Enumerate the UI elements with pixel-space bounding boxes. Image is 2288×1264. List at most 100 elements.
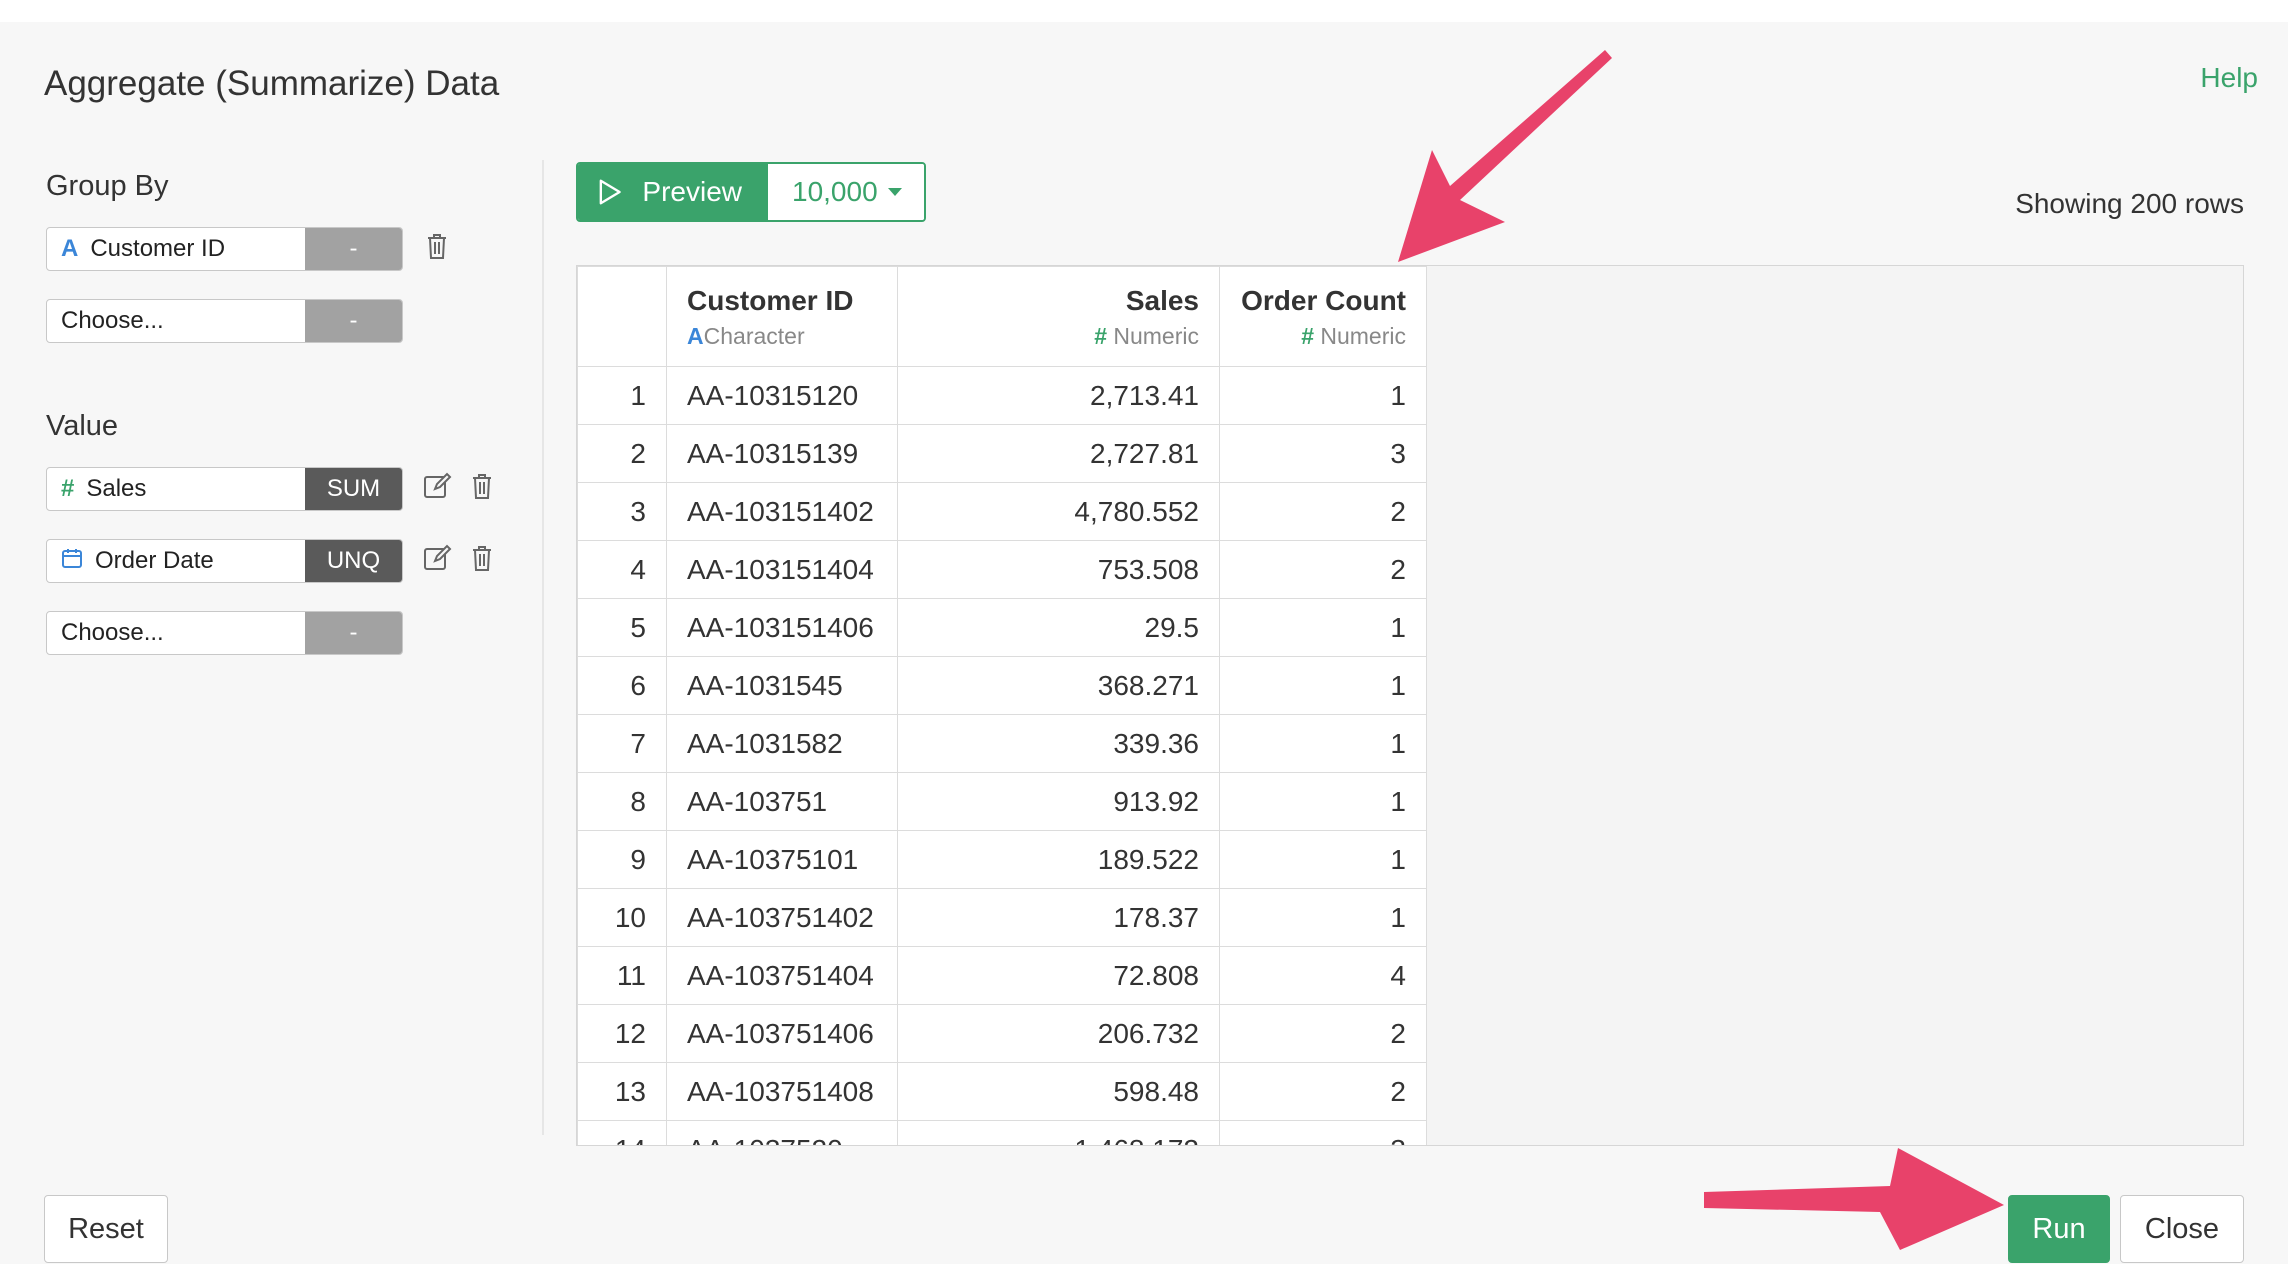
cell-order-count: 1 (1219, 366, 1427, 425)
row-index: 13 (577, 1062, 667, 1121)
cell-order-count: 4 (1219, 946, 1427, 1005)
numeric-type-icon: # (61, 475, 75, 502)
group-by-agg-button[interactable]: - (305, 300, 402, 342)
table-row[interactable]: 7 AA-1031582 339.36 1 (577, 714, 1427, 773)
cell-order-count: 1 (1219, 830, 1427, 889)
table-row[interactable]: 13 AA-103751408 598.48 2 (577, 1062, 1427, 1121)
table-row[interactable]: 1 AA-10315120 2,713.41 1 (577, 366, 1427, 425)
table-row[interactable]: 8 AA-103751 913.92 1 (577, 772, 1427, 831)
table-body: 1 AA-10315120 2,713.41 1 2 AA-10315139 2,727.8… (577, 366, 1427, 1145)
cell-customer-id: AA-1031582 (666, 714, 898, 773)
value-agg-button[interactable]: - (305, 612, 402, 654)
row-index: 4 (577, 540, 667, 599)
cell-customer-id: AA-10375101 (666, 830, 898, 889)
group-by-field-name: Customer ID (90, 235, 226, 262)
cell-sales: 913.92 (897, 772, 1220, 831)
cell-order-count: 3 (1219, 424, 1427, 483)
edit-icon[interactable] (423, 472, 453, 505)
trash-icon[interactable] (425, 232, 449, 265)
group-by-field-customer-id[interactable]: A Customer ID - (46, 227, 403, 271)
preview-rows-dropdown[interactable]: 10,000 (768, 164, 924, 220)
trash-icon[interactable] (470, 544, 494, 577)
play-icon (599, 179, 621, 205)
value-label: Value (46, 410, 119, 442)
table-row[interactable]: 9 AA-10375101 189.522 1 (577, 830, 1427, 889)
cell-customer-id: AA-10315120 (666, 366, 898, 425)
column-header-order-count[interactable]: Order Count # Numeric (1219, 266, 1427, 367)
preview-button[interactable]: Preview (578, 164, 768, 220)
cell-sales: 206.732 (897, 1004, 1220, 1063)
cell-customer-id: AA-103151404 (666, 540, 898, 599)
table-row[interactable]: 4 AA-103151404 753.508 2 (577, 540, 1427, 599)
table-row[interactable]: 2 AA-10315139 2,727.81 3 (577, 424, 1427, 483)
cell-sales: 2,727.81 (897, 424, 1220, 483)
cell-customer-id: AA-103151406 (666, 598, 898, 657)
run-button[interactable]: Run (2008, 1195, 2110, 1263)
cell-sales: 189.522 (897, 830, 1220, 889)
preview-label: Preview (642, 176, 742, 207)
cell-order-count: 1 (1219, 772, 1427, 831)
rows-value: 10,000 (792, 176, 878, 207)
cell-customer-id: AA-103751 (666, 772, 898, 831)
cell-order-count: 3 (1219, 1120, 1427, 1145)
cell-order-count: 1 (1219, 656, 1427, 715)
value-agg-button-sum[interactable]: SUM (305, 468, 402, 510)
help-link[interactable]: Help (2200, 62, 2258, 94)
table-row[interactable]: 14AA-10375201,468.1723 (577, 1120, 1427, 1145)
value-agg-button-unq[interactable]: UNQ (305, 540, 402, 582)
cell-customer-id: AA-103151402 (666, 482, 898, 541)
cell-order-count: 2 (1219, 1004, 1427, 1063)
preview-table: Customer ID ACharacter Sales # Numeric O… (576, 265, 2244, 1146)
column-header-sales[interactable]: Sales # Numeric (897, 266, 1220, 367)
table-row[interactable]: 12 AA-103751406 206.732 2 (577, 1004, 1427, 1063)
value-field-order-date[interactable]: Order Date UNQ (46, 539, 403, 583)
group-by-label: Group By (46, 170, 169, 202)
group-by-agg-button[interactable]: - (305, 228, 402, 270)
row-index: 11 (577, 946, 667, 1005)
row-index: 14 (577, 1120, 667, 1145)
dialog-title: Aggregate (Summarize) Data (44, 64, 500, 103)
value-field-sales[interactable]: # Sales SUM (46, 467, 403, 511)
cell-sales: 4,780.552 (897, 482, 1220, 541)
column-type: Numeric (1113, 323, 1199, 349)
row-index: 10 (577, 888, 667, 947)
cell-sales: 29.5 (897, 598, 1220, 657)
reset-button[interactable]: Reset (44, 1195, 168, 1263)
group-by-choose-field[interactable]: Choose... - (46, 299, 403, 343)
table-row[interactable]: 6 AA-1031545 368.271 1 (577, 656, 1427, 715)
cell-sales: 178.37 (897, 888, 1220, 947)
row-count-text: Showing 200 rows (2015, 188, 2244, 219)
cell-order-count: 2 (1219, 1062, 1427, 1121)
column-header-customer-id[interactable]: Customer ID ACharacter (666, 266, 898, 367)
table-row[interactable]: 3 AA-103151402 4,780.552 2 (577, 482, 1427, 541)
cell-customer-id: AA-103751408 (666, 1062, 898, 1121)
row-index: 6 (577, 656, 667, 715)
edit-icon[interactable] (423, 544, 453, 577)
column-type: Numeric (1320, 323, 1406, 349)
preview-control-group: Preview 10,000 (576, 162, 926, 222)
table-row[interactable]: 10 AA-103751402 178.37 1 (577, 888, 1427, 947)
choose-placeholder: Choose... (61, 307, 164, 334)
row-index: 9 (577, 830, 667, 889)
close-button[interactable]: Close (2120, 1195, 2244, 1263)
cell-order-count: 1 (1219, 598, 1427, 657)
table-row[interactable]: 11 AA-103751404 72.808 4 (577, 946, 1427, 1005)
cell-order-count: 2 (1219, 482, 1427, 541)
cell-sales: 753.508 (897, 540, 1220, 599)
cell-customer-id: AA-1037520 (666, 1120, 898, 1145)
row-index: 12 (577, 1004, 667, 1063)
row-index: 1 (577, 366, 667, 425)
cell-order-count: 1 (1219, 888, 1427, 947)
value-choose-field[interactable]: Choose... - (46, 611, 403, 655)
trash-icon[interactable] (470, 472, 494, 505)
cell-order-count: 2 (1219, 540, 1427, 599)
chevron-down-icon (887, 188, 902, 196)
value-field-name: Order Date (95, 547, 214, 574)
table-row[interactable]: 5 AA-103151406 29.5 1 (577, 598, 1427, 657)
row-index: 2 (577, 424, 667, 483)
numeric-type-icon: # (1094, 323, 1107, 349)
calendar-icon (61, 547, 83, 576)
cell-sales: 598.48 (897, 1062, 1220, 1121)
cell-sales: 339.36 (897, 714, 1220, 773)
choose-placeholder: Choose... (61, 619, 164, 646)
